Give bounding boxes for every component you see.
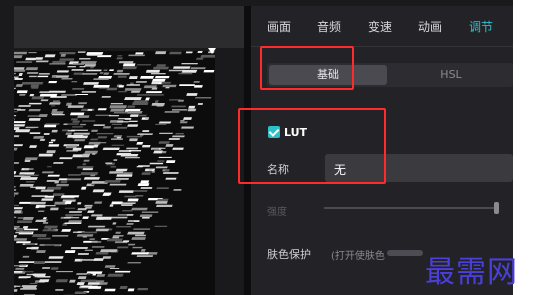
intensity-slider[interactable]	[324, 207, 499, 209]
property-tabs: 画面 音频 变速 动画 调节	[251, 6, 513, 47]
skin-protect-label: 肤色保护	[267, 248, 311, 261]
adjust-mode-switch: 基础 HSL	[267, 63, 513, 87]
tab-picture[interactable]: 画面	[267, 18, 291, 35]
tab-audio[interactable]: 音频	[317, 18, 341, 35]
segment-hsl[interactable]: HSL	[391, 65, 511, 85]
skin-protect-hint: (打开使肤色	[331, 251, 385, 262]
lut-name-value: 无	[334, 163, 347, 177]
tab-speed[interactable]: 变速	[368, 18, 392, 35]
playhead-marker-icon[interactable]	[208, 48, 216, 54]
glitch-frame	[14, 51, 215, 295]
player-header	[14, 6, 246, 48]
intensity-slider-handle[interactable]	[494, 202, 499, 214]
lut-checkbox[interactable]	[268, 126, 280, 138]
checkmark-icon	[268, 126, 280, 137]
intensity-label: 强度	[267, 207, 287, 218]
video-preview[interactable]	[14, 51, 215, 295]
name-label: 名称	[267, 163, 289, 176]
lut-label: LUT	[284, 125, 308, 139]
lut-toggle[interactable]: LUT	[268, 124, 307, 140]
tab-adjust[interactable]: 调节	[469, 18, 493, 35]
watermark-logo: 最需网	[425, 255, 518, 290]
segment-basic[interactable]: 基础	[269, 65, 387, 85]
skin-protect-toggle[interactable]	[387, 250, 423, 256]
tab-animation[interactable]: 动画	[418, 18, 442, 35]
lut-name-select[interactable]: 无	[325, 154, 513, 182]
panel-splitter[interactable]	[244, 6, 251, 295]
